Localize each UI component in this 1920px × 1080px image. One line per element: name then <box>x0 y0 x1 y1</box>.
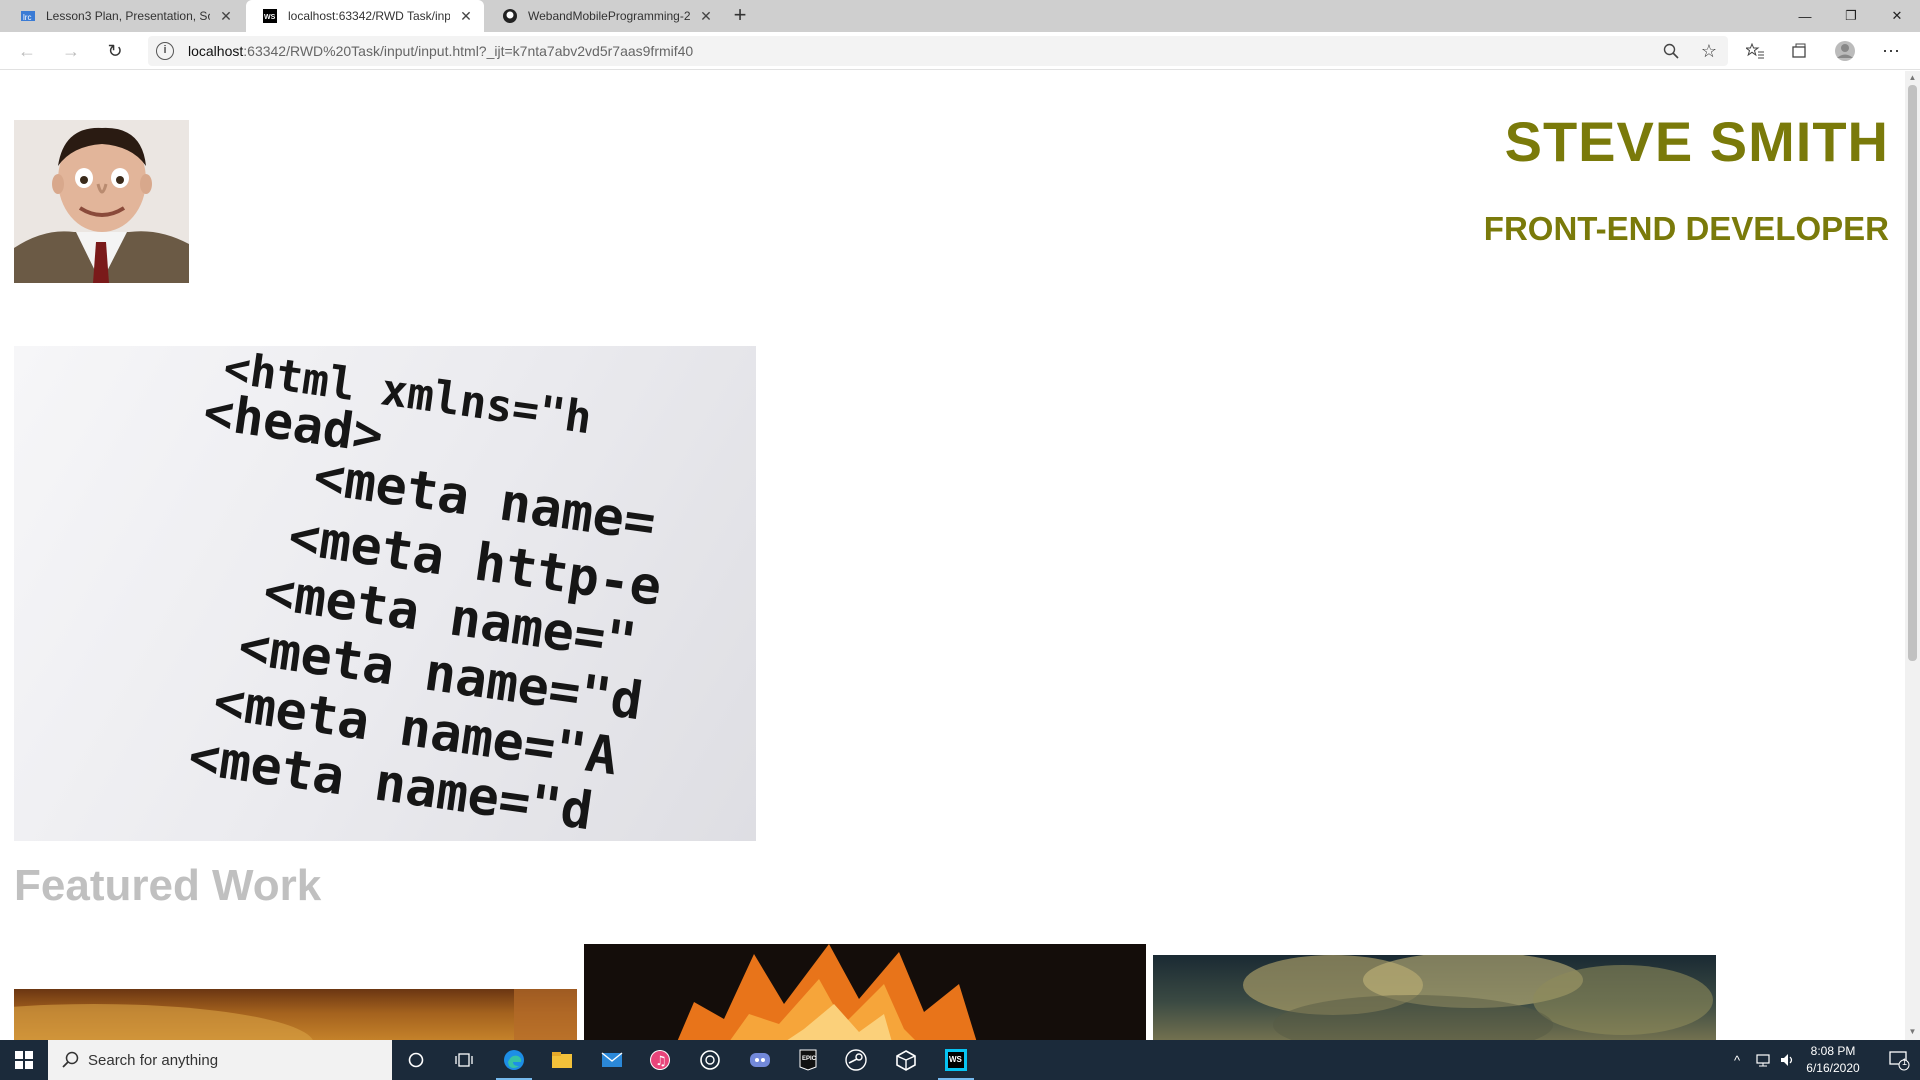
webstorm-icon[interactable]: WS <box>932 1040 980 1080</box>
web-page: STEVE SMITH FRONT-END DEVELOPER <html xm… <box>0 71 1905 1040</box>
cortana-icon[interactable] <box>392 1040 440 1080</box>
url-text[interactable]: localhost:63342/RWD%20Task/input/input.h… <box>188 43 693 59</box>
scrollbar-thumb[interactable] <box>1908 85 1917 661</box>
profile-avatar-icon[interactable] <box>1830 37 1860 65</box>
webstorm-icon: WS <box>262 8 278 24</box>
profile-name: STEVE SMITH <box>1504 110 1889 173</box>
show-hidden-icons[interactable]: ^ <box>1734 1040 1740 1080</box>
featured-work-image-3[interactable] <box>1153 955 1716 1040</box>
edge-icon[interactable] <box>490 1040 538 1080</box>
close-icon[interactable]: ✕ <box>698 8 714 25</box>
address-bar[interactable]: i localhost:63342/RWD%20Task/input/input… <box>148 36 1728 66</box>
favorites-icon[interactable] <box>1740 37 1770 65</box>
steam-icon[interactable] <box>832 1040 880 1080</box>
featured-work-image-2[interactable] <box>584 944 1146 1040</box>
itunes-icon[interactable]: ♫ <box>636 1040 684 1080</box>
tab-github[interactable]: WebandMobileProgramming-20 ✕ <box>486 0 724 32</box>
refresh-icon[interactable]: ↻ <box>100 37 130 65</box>
svg-text:WS: WS <box>949 1055 963 1064</box>
network-icon[interactable] <box>1756 1040 1774 1080</box>
unity-icon[interactable] <box>882 1040 930 1080</box>
url-host: localhost <box>188 43 244 59</box>
forward-icon[interactable]: → <box>56 37 86 65</box>
profile-photo <box>14 120 189 283</box>
svg-text:♫: ♫ <box>655 1054 667 1069</box>
info-icon[interactable]: i <box>156 42 174 60</box>
search-placeholder: Search for anything <box>88 1052 219 1069</box>
github-icon <box>502 8 518 24</box>
scroll-down-icon[interactable]: ▼ <box>1908 1027 1917 1036</box>
tab-localhost[interactable]: WS localhost:63342/RWD Task/input ✕ <box>246 0 484 32</box>
featured-work-image-1[interactable] <box>14 989 577 1040</box>
app-icon[interactable] <box>686 1040 734 1080</box>
html-code-hero-image: <html xmlns="h <head> <meta name= <meta … <box>14 346 756 841</box>
clock-time: 8:08 PM <box>1810 1044 1856 1058</box>
close-icon[interactable]: ✕ <box>218 8 234 25</box>
task-view-icon[interactable] <box>440 1040 488 1080</box>
restore-button[interactable]: ❐ <box>1828 0 1874 32</box>
lms-icon: lrc <box>20 8 36 24</box>
close-icon[interactable]: ✕ <box>458 8 474 25</box>
close-window-button[interactable]: ✕ <box>1874 0 1920 32</box>
minimize-button[interactable]: — <box>1782 0 1828 32</box>
scroll-up-icon[interactable]: ▲ <box>1908 73 1917 82</box>
tab-title: WebandMobileProgramming-20 <box>528 9 690 23</box>
search-icon <box>62 1051 79 1068</box>
system-clock[interactable]: 8:08 PM 6/16/2020 <box>1788 1043 1878 1077</box>
windows-start-button[interactable] <box>0 1040 48 1080</box>
svg-text:lrc: lrc <box>23 13 31 22</box>
tab-title: Lesson3 Plan, Presentation, Sour <box>46 9 210 23</box>
svg-text:EPIC: EPIC <box>802 1056 817 1062</box>
epic-games-icon[interactable]: EPIC <box>784 1040 832 1080</box>
tab-title: localhost:63342/RWD Task/input <box>288 9 450 23</box>
back-icon[interactable]: ← <box>12 37 42 65</box>
taskbar-search-input[interactable]: Search for anything <box>48 1040 392 1080</box>
more-menu-icon[interactable]: ⋯ <box>1876 37 1906 65</box>
profile-role: FRONT-END DEVELOPER <box>1483 210 1889 247</box>
mail-icon[interactable] <box>588 1040 636 1080</box>
new-tab-button[interactable]: + <box>728 4 752 28</box>
zoom-icon[interactable] <box>1656 37 1686 65</box>
url-path: :63342/RWD%20Task/input/input.html?_ijt=… <box>243 43 694 59</box>
featured-work-heading: Featured Work <box>14 861 322 910</box>
collections-icon[interactable] <box>1784 37 1814 65</box>
svg-text:WS: WS <box>264 14 276 21</box>
tab-lesson3[interactable]: lrc Lesson3 Plan, Presentation, Sour ✕ <box>4 0 244 32</box>
file-explorer-icon[interactable] <box>538 1040 586 1080</box>
favorite-star-icon[interactable]: ☆ <box>1694 37 1724 65</box>
action-center-icon[interactable]: 1 <box>1878 1040 1920 1080</box>
windows-taskbar: Search for anything ♫ EPIC WS ^ 8:08 PM … <box>0 1040 1920 1080</box>
page-scrollbar[interactable]: ▲ ▼ <box>1905 71 1920 1040</box>
clock-date: 6/16/2020 <box>1806 1061 1860 1075</box>
browser-toolbar: ← → ↻ i localhost:63342/RWD%20Task/input… <box>0 32 1920 70</box>
discord-icon[interactable] <box>736 1040 784 1080</box>
notification-count: 1 <box>1902 1057 1908 1067</box>
tab-strip: lrc Lesson3 Plan, Presentation, Sour ✕ W… <box>0 0 1920 32</box>
